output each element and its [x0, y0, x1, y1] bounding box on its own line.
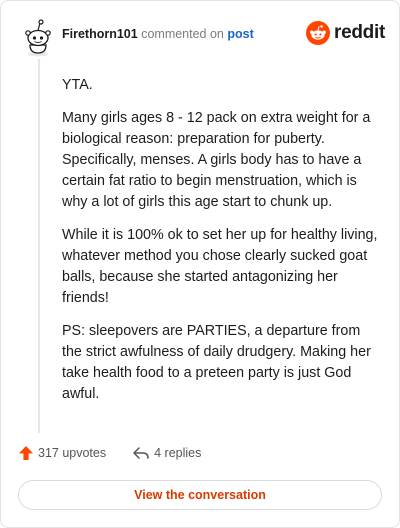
replies-button[interactable]: 4 replies: [132, 445, 201, 461]
comment-paragraph: YTA.: [62, 77, 93, 93]
comment-paragraph: While it is 100% ok to set her up for he…: [62, 227, 378, 306]
upvote-button[interactable]: 317 upvotes: [18, 445, 106, 461]
reddit-logo-icon: [306, 21, 331, 45]
reddit-brand[interactable]: reddit: [306, 21, 385, 45]
thread-line: [38, 59, 40, 433]
commented-on-text: commented on: [141, 27, 224, 41]
upvote-arrow-icon: [19, 446, 33, 460]
upvote-count: 317 upvotes: [38, 446, 107, 460]
post-link[interactable]: post: [227, 27, 253, 41]
comment-embed-card: Firethorn101 commented on post reddit YT…: [0, 0, 400, 528]
comment-header: Firethorn101 commented on post: [62, 27, 254, 41]
reddit-wordmark: reddit: [334, 22, 385, 43]
replies-count: 4 replies: [154, 446, 202, 460]
username-link[interactable]: Firethorn101: [62, 27, 138, 41]
comment-body: YTA. Many girls ages 8 - 12 pack on extr…: [62, 75, 380, 417]
view-conversation-button[interactable]: View the conversation: [18, 480, 382, 510]
comment-paragraph: Many girls ages 8 - 12 pack on extra wei…: [62, 110, 371, 210]
reply-arrow-icon: [133, 447, 149, 459]
comment-actions: 317 upvotes 4 replies: [18, 445, 201, 461]
comment-paragraph: PS: sleepovers are PARTIES, a departure …: [62, 323, 371, 402]
avatar-icon: [25, 19, 51, 57]
